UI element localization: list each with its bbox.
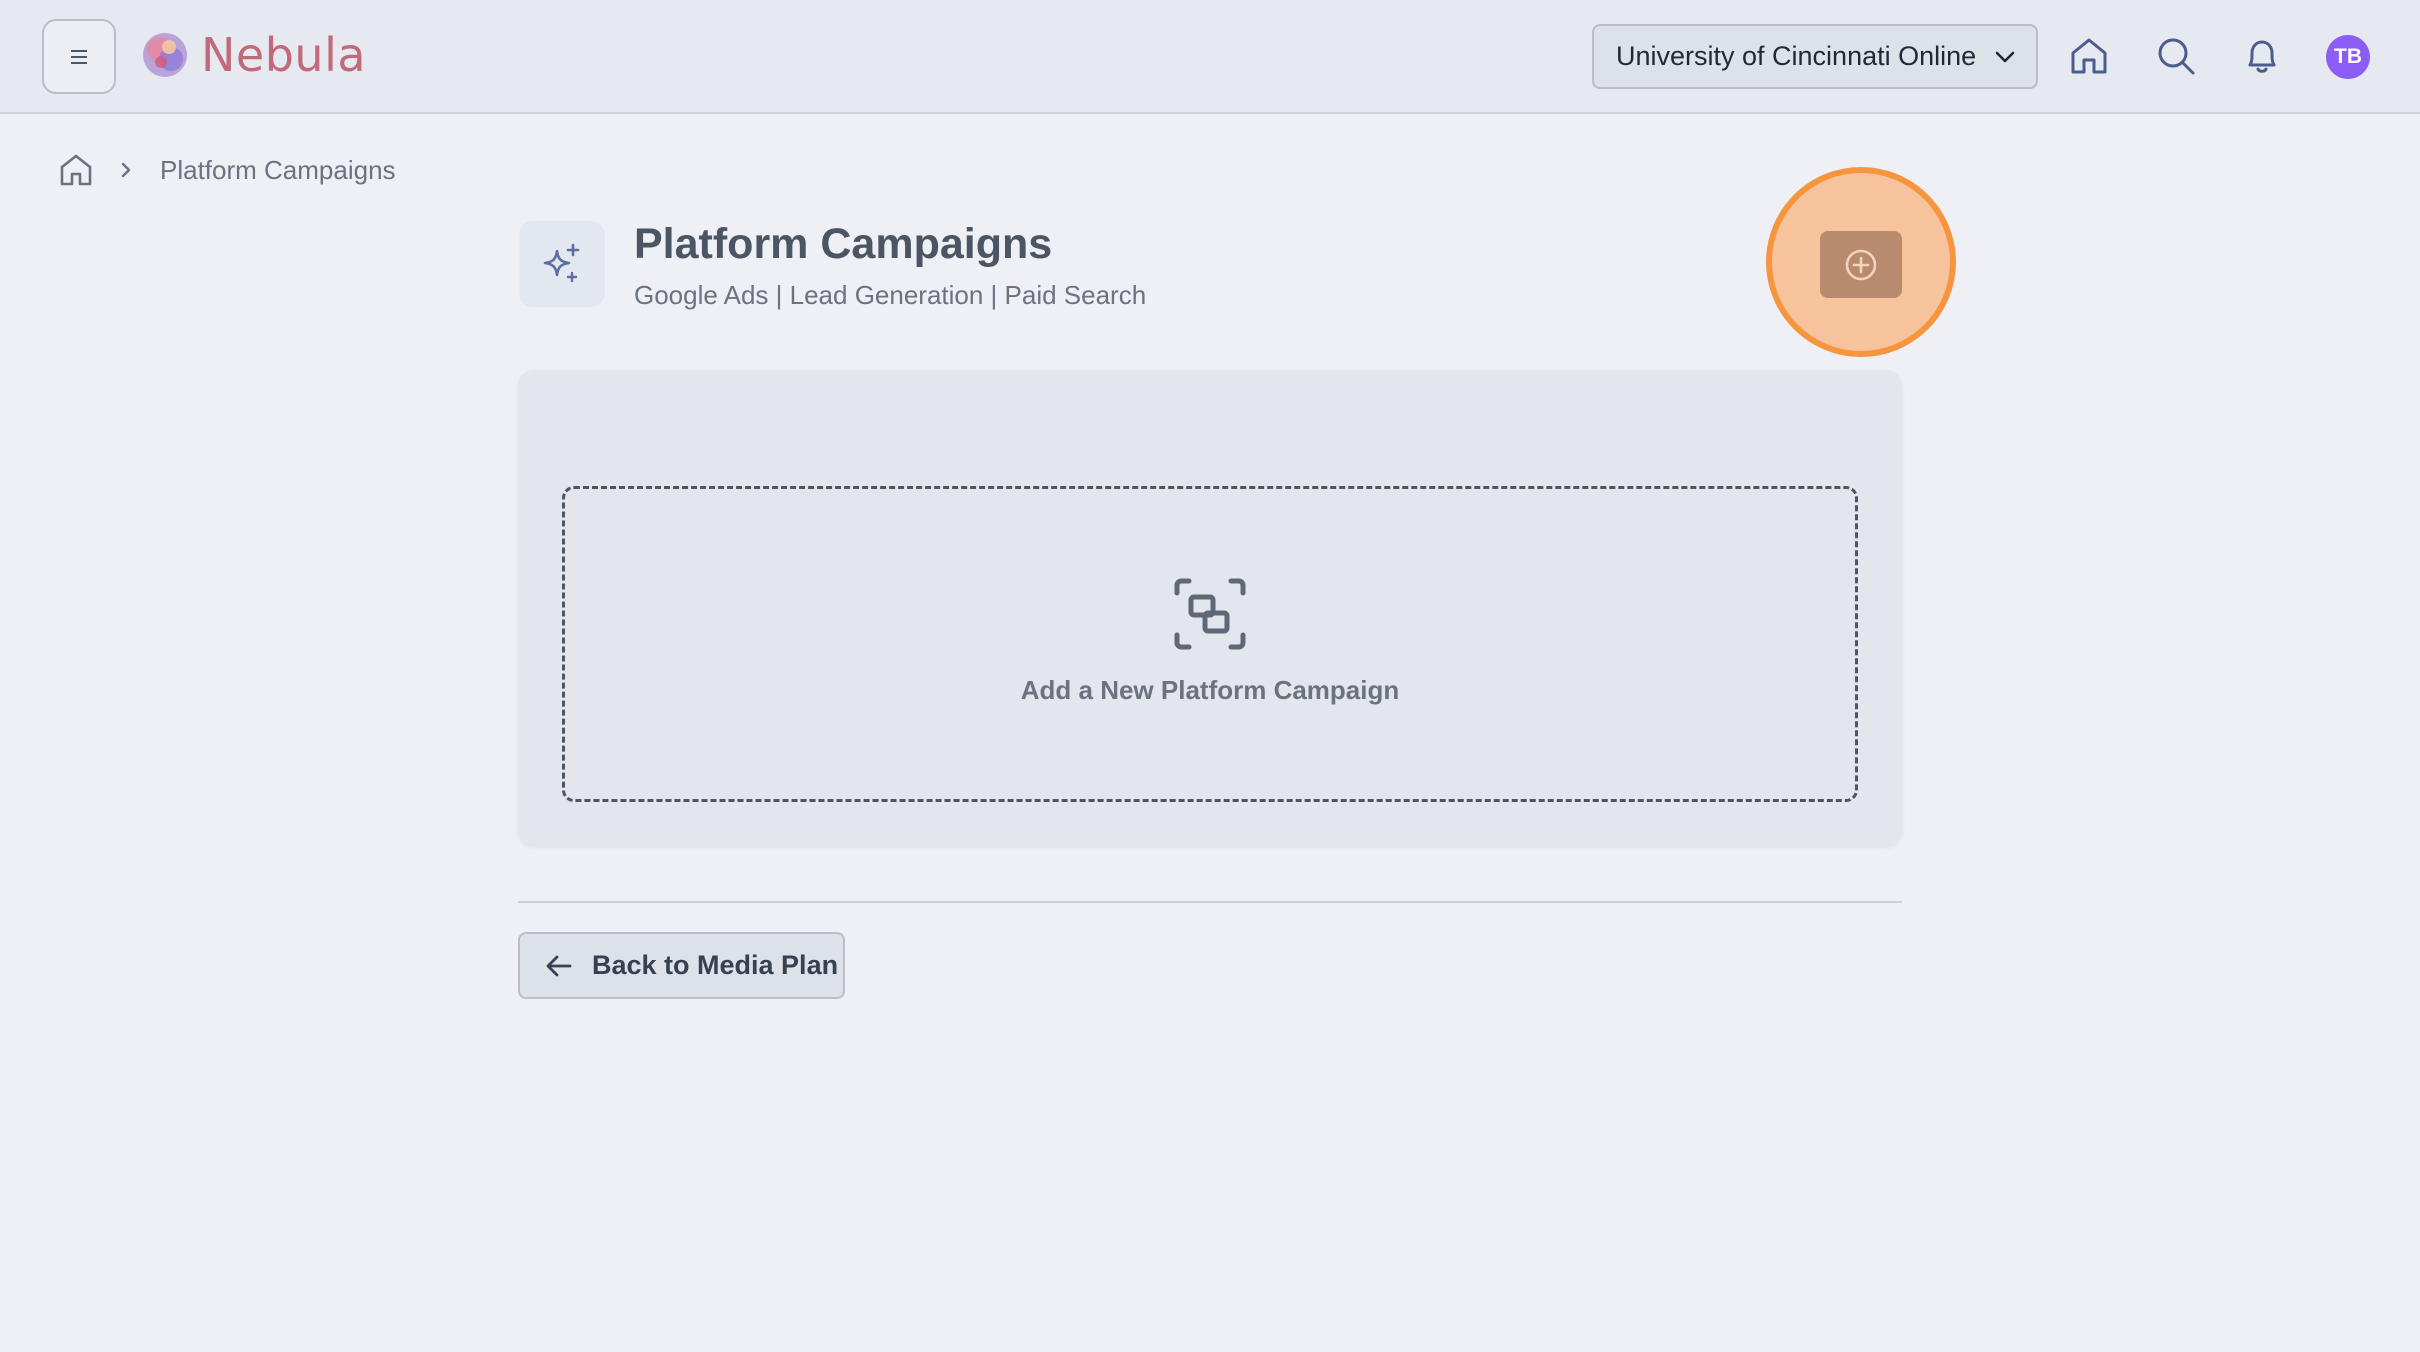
breadcrumb: Platform Campaigns xyxy=(58,152,396,188)
plus-circle-icon xyxy=(1845,249,1877,280)
chevron-down-icon xyxy=(1995,51,2015,63)
page-subtitle: Google Ads | Lead Generation | Paid Sear… xyxy=(634,280,1147,310)
chevron-right-icon xyxy=(121,162,131,178)
dropzone-label: Add a New Platform Campaign xyxy=(1020,675,1400,705)
user-avatar[interactable]: TB xyxy=(2326,35,2370,79)
nebula-logo-icon xyxy=(143,33,187,77)
breadcrumb-home-icon[interactable] xyxy=(58,152,94,188)
search-icon[interactable] xyxy=(2154,34,2198,78)
app-name: Nebula xyxy=(201,28,367,82)
add-campaign-button[interactable] xyxy=(1820,231,1902,298)
organization-select[interactable]: University of Cincinnati Online xyxy=(1592,24,2038,89)
group-icon xyxy=(1174,578,1246,650)
page-icon xyxy=(519,221,605,307)
organization-select-value: University of Cincinnati Online xyxy=(1616,41,1977,71)
top-navbar: Nebula University of Cincinnati Online T… xyxy=(0,0,2420,114)
add-platform-campaign-dropzone[interactable]: Add a New Platform Campaign xyxy=(562,486,1858,802)
divider xyxy=(518,901,1902,903)
back-button-label: Back to Media Plan xyxy=(592,950,839,980)
breadcrumb-item-platform-campaigns[interactable]: Platform Campaigns xyxy=(160,155,396,186)
campaigns-card: Add a New Platform Campaign xyxy=(518,370,1902,846)
sparkles-icon xyxy=(543,243,580,283)
home-icon[interactable] xyxy=(2067,34,2111,78)
back-to-media-plan-button[interactable]: Back to Media Plan xyxy=(518,932,845,999)
bell-icon[interactable] xyxy=(2240,34,2284,78)
menu-icon xyxy=(71,49,87,64)
arrow-left-icon xyxy=(546,955,572,976)
page-title: Platform Campaigns xyxy=(634,220,1053,268)
menu-button[interactable] xyxy=(42,19,116,94)
app-logo[interactable]: Nebula xyxy=(139,28,366,82)
